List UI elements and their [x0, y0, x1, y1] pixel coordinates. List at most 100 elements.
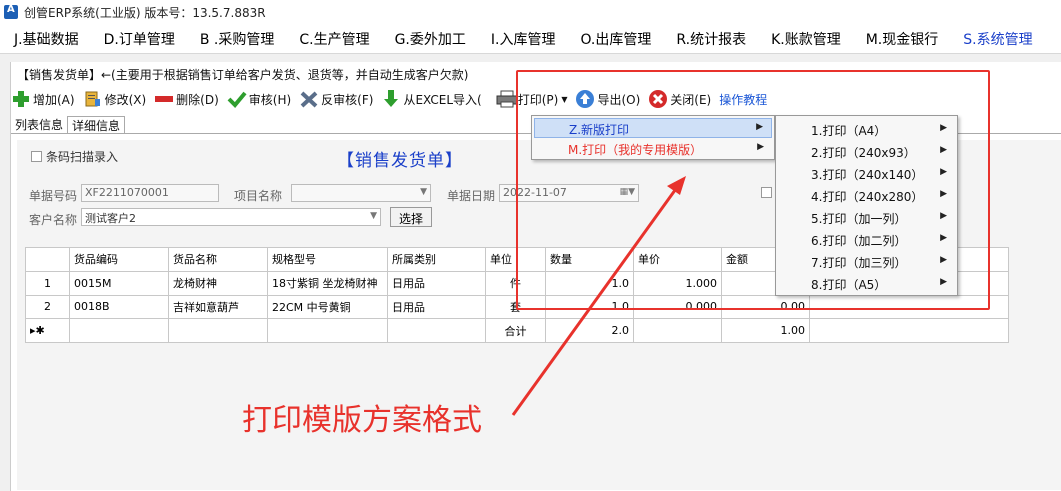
submenu-item-label: 3.打印（240x140）: [811, 168, 924, 182]
date-label: 单据日期: [447, 189, 496, 203]
print-template-submenu: 1.打印（A4） ▶ 2.打印（240x93） ▶ 3.打印（240x140） ▶ 4…: [775, 115, 958, 296]
cell-name[interactable]: 吉祥如意葫芦: [168, 294, 268, 320]
tab-strip: 列表信息 详细信息: [11, 116, 126, 134]
col-header-price[interactable]: 单价: [633, 247, 722, 272]
cell-extra: [809, 294, 1009, 320]
menu-purchase[interactable]: B .采购管理: [186, 29, 286, 49]
submenu-item-240x280[interactable]: 4.打印（240x280） ▶: [778, 184, 955, 206]
col-header-unit[interactable]: 单位: [485, 247, 546, 272]
submenu-item-add-three-col[interactable]: 7.打印（加三列） ▶: [778, 250, 955, 272]
menu-item-my-template[interactable]: M.打印（我的专用模版） ▶: [534, 139, 772, 159]
approve-label: 审核(H): [248, 92, 292, 107]
print-button[interactable]: 打印(P) ▼: [496, 89, 567, 109]
submenu-item-add-two-col[interactable]: 6.打印（加二列） ▶: [778, 228, 955, 250]
close-button[interactable]: 关闭(E): [648, 89, 711, 109]
submenu-arrow-icon: ▶: [756, 122, 763, 132]
approve-button[interactable]: 审核(H): [227, 89, 291, 109]
tab-detail-info[interactable]: 详细信息: [67, 116, 126, 134]
cell-qty[interactable]: 1.0: [545, 294, 634, 320]
cell-empty: [69, 318, 169, 343]
add-label: 增加(A): [33, 92, 75, 107]
new-row-marker[interactable]: ▸✱: [25, 318, 70, 343]
col-header-category[interactable]: 所属类别: [387, 247, 486, 272]
col-header-name[interactable]: 货品名称: [168, 247, 268, 272]
tab-list-info[interactable]: 列表信息: [11, 116, 67, 134]
cell-name[interactable]: 龙椅财神: [168, 270, 268, 296]
select-customer-button[interactable]: 选择: [390, 207, 433, 227]
cell-category[interactable]: 日用品: [387, 270, 486, 296]
menu-basic-data[interactable]: J.基础数据: [0, 29, 90, 49]
panel-title: 【销售发货单】←(主要用于根据销售订单给客户发货、退货等，并自动生成客户欠款): [17, 68, 469, 82]
submenu-item-a4[interactable]: 1.打印（A4） ▶: [778, 118, 955, 140]
cell-spec[interactable]: 18寸紫铜 坐龙椅财神: [267, 270, 388, 296]
cell-unit[interactable]: 件: [485, 270, 546, 296]
barcode-scan-label: 条码扫描录入: [46, 150, 119, 164]
upload-circle-icon: [575, 89, 595, 109]
unapprove-button[interactable]: 反审核(F): [299, 89, 373, 109]
submenu-arrow-icon: ▶: [940, 255, 947, 265]
submenu-item-240x93[interactable]: 2.打印（240x93） ▶: [778, 140, 955, 162]
import-excel-label: 从EXCEL导入(: [403, 92, 482, 107]
plus-icon: [11, 89, 31, 109]
cell-code[interactable]: 0018B: [69, 294, 169, 320]
submenu-item-label: 6.打印（加二列）: [811, 234, 907, 248]
cell-price[interactable]: 0.000: [633, 294, 722, 320]
menu-inbound[interactable]: I.入库管理: [477, 29, 567, 49]
cell-price[interactable]: 1.000: [633, 270, 722, 296]
cell-empty: [267, 318, 388, 343]
download-arrow-icon: [381, 89, 401, 109]
project-select[interactable]: ▼: [291, 184, 431, 202]
export-button[interactable]: 导出(O): [575, 89, 640, 109]
tutorial-link[interactable]: 操作教程: [719, 91, 767, 108]
import-excel-button[interactable]: 从EXCEL导入(: [381, 89, 482, 109]
customer-select[interactable]: 测试客户2 ▼: [81, 208, 381, 226]
menu-accounts[interactable]: K.账款管理: [757, 29, 852, 49]
submenu-arrow-icon: ▶: [940, 123, 947, 133]
table-row[interactable]: 2 0018B 吉祥如意葫芦 22CM 中号黄铜 日用品 套 1.0 0.000…: [25, 294, 1009, 320]
menu-outbound[interactable]: O.出库管理: [566, 29, 662, 49]
submenu-arrow-icon: ▶: [940, 233, 947, 243]
cell-code[interactable]: 0015M: [69, 270, 169, 296]
grid-corner: [25, 247, 70, 272]
close-circle-icon: [648, 89, 668, 109]
row-index: 1: [25, 270, 70, 296]
menu-reports[interactable]: R.统计报表: [662, 29, 757, 49]
cell-empty: [168, 318, 268, 343]
add-button[interactable]: 增加(A): [11, 89, 75, 109]
submenu-item-240x140[interactable]: 3.打印（240x140） ▶: [778, 162, 955, 184]
cell-qty[interactable]: 1.0: [545, 270, 634, 296]
chevron-down-icon: ▼: [370, 211, 377, 221]
submenu-item-label: 8.打印（A5）: [811, 278, 887, 292]
cell-empty: [809, 318, 1009, 343]
extra-checkbox[interactable]: [761, 187, 776, 198]
menu-item-new-print[interactable]: Z.新版打印 ▶: [534, 118, 772, 138]
col-header-code[interactable]: 货品编码: [69, 247, 169, 272]
col-header-spec[interactable]: 规格型号: [267, 247, 388, 272]
barcode-scan-checkbox[interactable]: 条码扫描录入: [31, 148, 118, 165]
menu-order[interactable]: D.订单管理: [90, 29, 186, 49]
submenu-item-label: 1.打印（A4）: [811, 124, 887, 138]
menu-production[interactable]: C.生产管理: [285, 29, 380, 49]
menu-outsourcing[interactable]: G.委外加工: [381, 29, 477, 49]
submenu-arrow-icon: ▶: [940, 145, 947, 155]
cell-unit[interactable]: 套: [485, 294, 546, 320]
date-value: 2022-11-07: [503, 186, 567, 199]
unapprove-label: 反审核(F): [321, 92, 374, 107]
cell-category[interactable]: 日用品: [387, 294, 486, 320]
print-dropdown-menu: Z.新版打印 ▶ M.打印（我的专用模版） ▶: [531, 115, 775, 160]
menu-cash-bank[interactable]: M.现金银行: [852, 29, 950, 49]
submenu-item-add-one-col[interactable]: 5.打印（加一列） ▶: [778, 206, 955, 228]
edit-label: 修改(X): [104, 92, 147, 107]
date-field[interactable]: 2022-11-07 ▦▼: [499, 184, 639, 202]
delete-button[interactable]: 删除(D): [154, 89, 219, 109]
title-bar: 创管ERP系统(工业版) 版本号：13.5.7.883R: [0, 0, 1061, 24]
submenu-item-a5[interactable]: 8.打印（A5） ▶: [778, 272, 955, 294]
menu-item-new-print-label: Z.新版打印: [569, 123, 630, 137]
cell-amount[interactable]: 0.00: [721, 294, 810, 320]
cell-spec[interactable]: 22CM 中号黄铜: [267, 294, 388, 320]
col-header-qty[interactable]: 数量: [545, 247, 634, 272]
menu-system[interactable]: S.系统管理: [949, 29, 1043, 49]
doc-no-field[interactable]: XF2211070001: [81, 184, 219, 202]
edit-button[interactable]: 修改(X): [83, 89, 147, 109]
dropdown-arrow-icon[interactable]: ▼: [561, 95, 567, 104]
